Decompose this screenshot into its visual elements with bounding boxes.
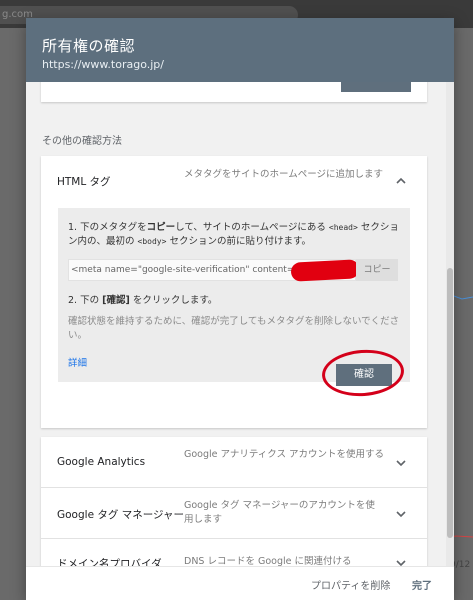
method-title: ドメイン名プロバイダ (57, 558, 162, 566)
chevron-up-icon (395, 175, 407, 187)
html-tag-title: HTML タグ (57, 176, 111, 188)
method-title: Google タグ マネージャー (57, 509, 184, 521)
method-description: Google タグ マネージャーのアカウントを使用します (184, 500, 375, 525)
other-methods-label: その他の確認方法 (42, 136, 122, 147)
step-1-text: 1. 下のメタタグをコピーして、サイトのホームページにある <head> セクシ… (68, 222, 399, 247)
recommended-verify-button[interactable] (341, 82, 411, 92)
done-button[interactable]: 完了 (412, 577, 432, 592)
dialog-title: 所有権の確認 (42, 37, 136, 55)
method-row-google-analytics[interactable]: Google Analytics Google アナリティクス アカウントを使用… (41, 437, 427, 487)
verify-button[interactable]: 確認 (336, 364, 392, 386)
dialog-property-url: https://www.torago.jp/ (42, 58, 164, 71)
method-title: Google Analytics (57, 456, 146, 468)
other-methods-list: Google Analytics Google アナリティクス アカウントを使用… (41, 437, 427, 566)
redaction-mark (290, 259, 360, 282)
html-tag-instructions: 1. 下のメタタグをコピーして、サイトのホームページにある <head> セクシ… (58, 208, 410, 382)
method-row-google-tag-manager[interactable]: Google タグ マネージャー Google タグ マネージャーのアカウントを… (41, 488, 427, 538)
recommended-method-card (41, 82, 427, 102)
details-link[interactable]: 詳細 (68, 355, 87, 369)
dialog-scroll-area[interactable]: その他の確認方法 HTML タグ メタタグをサイトのホームページに追加します 1… (26, 82, 454, 566)
dialog-footer: プロパティを削除 完了 (26, 566, 454, 600)
chevron-down-icon (395, 557, 407, 566)
method-description: DNS レコードを Google に関連付ける (184, 556, 352, 566)
scrollbar-thumb[interactable] (447, 268, 453, 538)
method-description: Google アナリティクス アカウントを使用する (184, 449, 384, 460)
html-tag-description: メタタグをサイトのホームページに追加します (184, 169, 384, 180)
html-tag-header-row[interactable]: HTML タグ メタタグをサイトのホームページに追加します (41, 156, 427, 202)
method-card-html-tag: HTML タグ メタタグをサイトのホームページに追加します 1. 下のメタタグを… (41, 156, 427, 428)
chevron-down-icon (395, 457, 407, 469)
step-2-text: 2. 下の [確認] をクリックします。 (68, 295, 218, 306)
copy-button[interactable]: コピー (356, 259, 398, 281)
dialog-header: 所有権の確認 https://www.torago.jp/ (26, 18, 454, 82)
ownership-verification-dialog: 所有権の確認 https://www.torago.jp/ その他の確認方法 H… (26, 18, 454, 600)
remove-property-button[interactable]: プロパティを削除 (311, 577, 390, 592)
keep-meta-tag-note: 確認状態を維持するために、確認が完了してもメタタグを削除しないでください。 (68, 316, 400, 341)
method-row-domain-provider[interactable]: ドメイン名プロバイダ DNS レコードを Google に関連付ける (41, 539, 427, 566)
chevron-down-icon (395, 508, 407, 520)
